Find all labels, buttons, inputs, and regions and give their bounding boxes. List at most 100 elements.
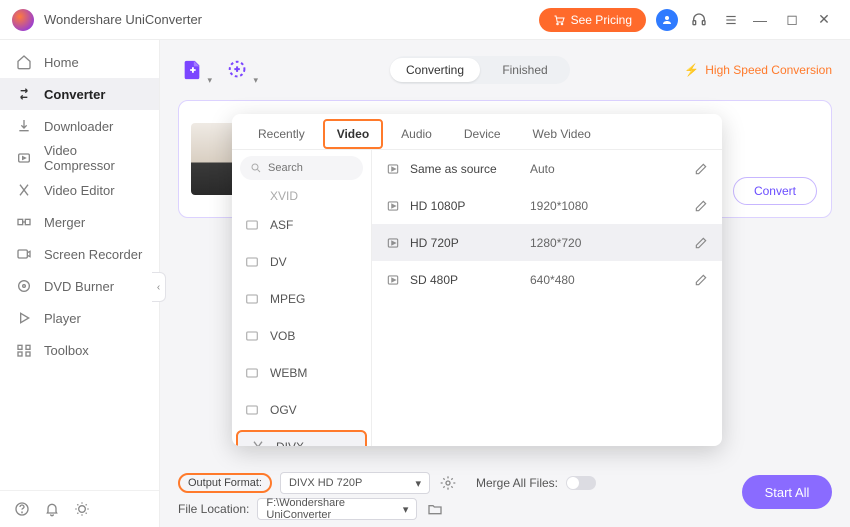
sidebar-item-merger[interactable]: Merger — [0, 206, 159, 238]
sidebar-item-converter[interactable]: Converter — [0, 78, 159, 110]
panel-tab-device[interactable]: Device — [450, 119, 515, 149]
format-icon — [244, 328, 260, 344]
see-pricing-label: See Pricing — [571, 13, 632, 27]
resolution-row[interactable]: Same as source Auto — [372, 150, 722, 187]
format-icon — [244, 291, 260, 307]
chevron-down-icon: ▾ — [415, 477, 421, 490]
chevron-down-icon: ▾ — [207, 75, 212, 86]
compressor-icon — [16, 150, 32, 166]
high-speed-label: High Speed Conversion — [705, 63, 832, 77]
format-item[interactable]: ASF — [232, 206, 371, 243]
format-item[interactable]: MPEG — [232, 280, 371, 317]
sidebar-item-player[interactable]: Player — [0, 302, 159, 334]
play-icon — [386, 236, 400, 250]
sidebar-item-label: Merger — [44, 215, 85, 230]
sidebar-item-downloader[interactable]: Downloader — [0, 110, 159, 142]
file-location-select[interactable]: F:\Wondershare UniConverter ▾ — [257, 498, 417, 520]
convert-button[interactable]: Convert — [733, 177, 817, 205]
play-icon — [386, 162, 400, 176]
player-icon — [16, 310, 32, 326]
bell-icon[interactable] — [44, 501, 60, 517]
merger-icon — [16, 214, 32, 230]
status-segment: Converting Finished — [390, 56, 570, 84]
app-logo — [12, 9, 34, 31]
sidebar-item-recorder[interactable]: Screen Recorder — [0, 238, 159, 270]
resolution-row[interactable]: HD 1080P 1920*1080 — [372, 187, 722, 224]
sidebar-item-label: DVD Burner — [44, 279, 114, 294]
file-location-label: File Location: — [178, 502, 249, 516]
play-icon — [386, 199, 400, 213]
panel-tab-audio[interactable]: Audio — [387, 119, 446, 149]
high-speed-button[interactable]: ⚡ High Speed Conversion — [684, 63, 832, 77]
dvd-icon — [16, 278, 32, 294]
sidebar-item-label: Player — [44, 311, 81, 326]
sidebar-item-label: Screen Recorder — [44, 247, 142, 262]
edit-preset-icon[interactable] — [694, 199, 708, 213]
settings-icon[interactable] — [440, 475, 456, 491]
sidebar-item-toolbox[interactable]: Toolbox — [0, 334, 159, 366]
window-maximize[interactable]: ◻ — [778, 11, 806, 28]
tab-finished[interactable]: Finished — [480, 58, 570, 82]
panel-tab-recently[interactable]: Recently — [244, 119, 319, 149]
format-item[interactable]: OGV — [232, 391, 371, 428]
menu-icon[interactable] — [720, 9, 742, 31]
chevron-down-icon: ▾ — [253, 75, 258, 86]
cart-icon — [553, 14, 565, 26]
sidebar-item-home[interactable]: Home — [0, 46, 159, 78]
format-item[interactable]: XVID — [232, 186, 371, 206]
format-search[interactable] — [240, 156, 363, 180]
sidebar-collapse[interactable]: ‹ — [152, 272, 166, 302]
panel-tab-video[interactable]: Video — [323, 119, 383, 149]
resolution-row-selected[interactable]: HD 720P 1280*720 — [372, 224, 722, 261]
sidebar-item-label: Toolbox — [44, 343, 89, 358]
resolution-row[interactable]: SD 480P 640*480 — [372, 261, 722, 298]
recorder-icon — [16, 246, 32, 262]
start-all-button[interactable]: Start All — [742, 475, 832, 509]
format-icon — [244, 365, 260, 381]
sidebar-item-label: Converter — [44, 87, 105, 102]
sidebar-item-dvd[interactable]: DVD Burner — [0, 270, 159, 302]
format-item[interactable]: DV — [232, 243, 371, 280]
theme-icon[interactable] — [74, 501, 90, 517]
format-icon — [244, 402, 260, 418]
window-minimize[interactable]: — — [746, 12, 774, 28]
format-item[interactable]: WEBM — [232, 354, 371, 391]
format-icon — [250, 439, 266, 447]
sidebar-item-editor[interactable]: Video Editor — [0, 174, 159, 206]
sidebar: Home Converter Downloader Video Compress… — [0, 40, 160, 527]
edit-preset-icon[interactable] — [694, 236, 708, 250]
headset-icon[interactable] — [688, 9, 710, 31]
account-icon[interactable] — [656, 9, 678, 31]
editor-icon — [16, 182, 32, 198]
window-close[interactable]: ✕ — [810, 11, 838, 28]
format-panel: Recently Video Audio Device Web Video XV… — [232, 114, 722, 446]
add-file-button[interactable]: ▾ — [178, 56, 206, 84]
panel-tab-web[interactable]: Web Video — [519, 119, 605, 149]
chevron-down-icon: ▾ — [403, 503, 409, 516]
play-icon — [386, 273, 400, 287]
open-folder-icon[interactable] — [427, 501, 443, 517]
sidebar-item-label: Home — [44, 55, 79, 70]
help-icon[interactable] — [14, 501, 30, 517]
format-icon — [244, 254, 260, 270]
see-pricing-button[interactable]: See Pricing — [539, 8, 646, 32]
app-title: Wondershare UniConverter — [44, 12, 202, 27]
format-item[interactable]: VOB — [232, 317, 371, 354]
converter-icon — [16, 86, 32, 102]
sidebar-item-compressor[interactable]: Video Compressor — [0, 142, 159, 174]
search-icon — [250, 162, 262, 174]
sidebar-item-label: Video Editor — [44, 183, 115, 198]
sidebar-item-label: Downloader — [44, 119, 113, 134]
format-item-selected[interactable]: DIVX — [236, 430, 367, 446]
download-icon — [16, 118, 32, 134]
sidebar-item-label: Video Compressor — [44, 143, 143, 173]
merge-label: Merge All Files: — [476, 476, 558, 490]
output-format-select[interactable]: DIVX HD 720P ▾ — [280, 472, 430, 494]
edit-preset-icon[interactable] — [694, 162, 708, 176]
add-url-button[interactable]: ▾ — [224, 56, 252, 84]
merge-toggle[interactable] — [566, 476, 596, 490]
bolt-icon: ⚡ — [684, 63, 699, 77]
edit-preset-icon[interactable] — [694, 273, 708, 287]
tab-converting[interactable]: Converting — [390, 58, 480, 82]
home-icon — [16, 54, 32, 70]
